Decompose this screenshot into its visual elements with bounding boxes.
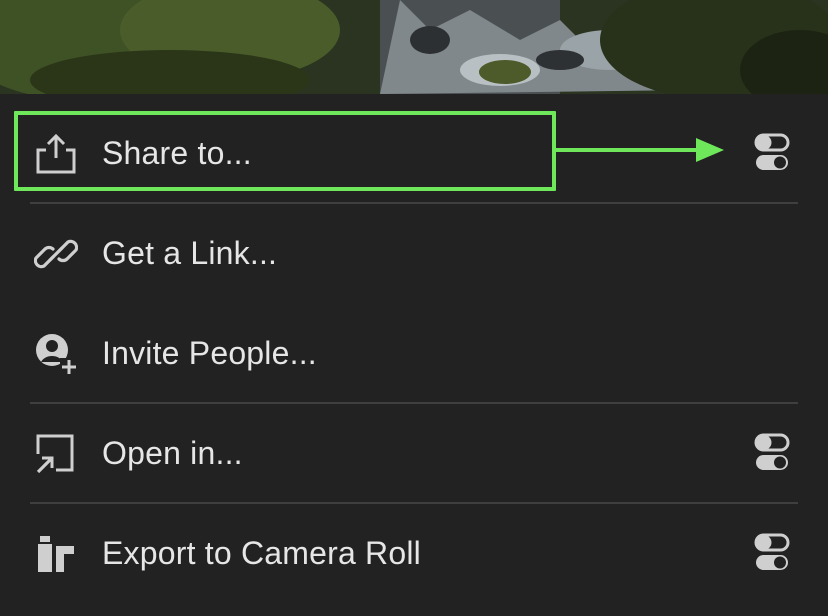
menu-item-get-link[interactable]: Get a Link...: [0, 203, 828, 303]
menu-item-open-in[interactable]: Open in...: [0, 403, 828, 503]
menu-item-label: Invite People...: [102, 335, 317, 371]
invite-person-icon: [34, 332, 78, 376]
menu-item-label: Open in...: [102, 435, 243, 471]
menu-item-label: Get a Link...: [102, 235, 278, 271]
settings-toggle-icon[interactable]: [754, 133, 790, 173]
open-in-icon: [34, 432, 78, 476]
menu-item-label: Export to Camera Roll: [102, 535, 421, 571]
camera-roll-export-icon: [34, 532, 78, 576]
menu-item-invite-people[interactable]: Invite People...: [0, 303, 828, 403]
photo-preview: [0, 0, 828, 94]
settings-toggle-icon[interactable]: [754, 533, 790, 573]
annotation-arrow-icon: [552, 136, 726, 164]
link-icon: [34, 232, 78, 276]
settings-toggle-icon[interactable]: [754, 433, 790, 473]
share-menu-screen: Share to... Get a Link... Invite People.…: [0, 0, 828, 616]
highlight-annotation-box: [14, 111, 556, 191]
menu-item-export-camera-roll[interactable]: Export to Camera Roll: [0, 503, 828, 603]
